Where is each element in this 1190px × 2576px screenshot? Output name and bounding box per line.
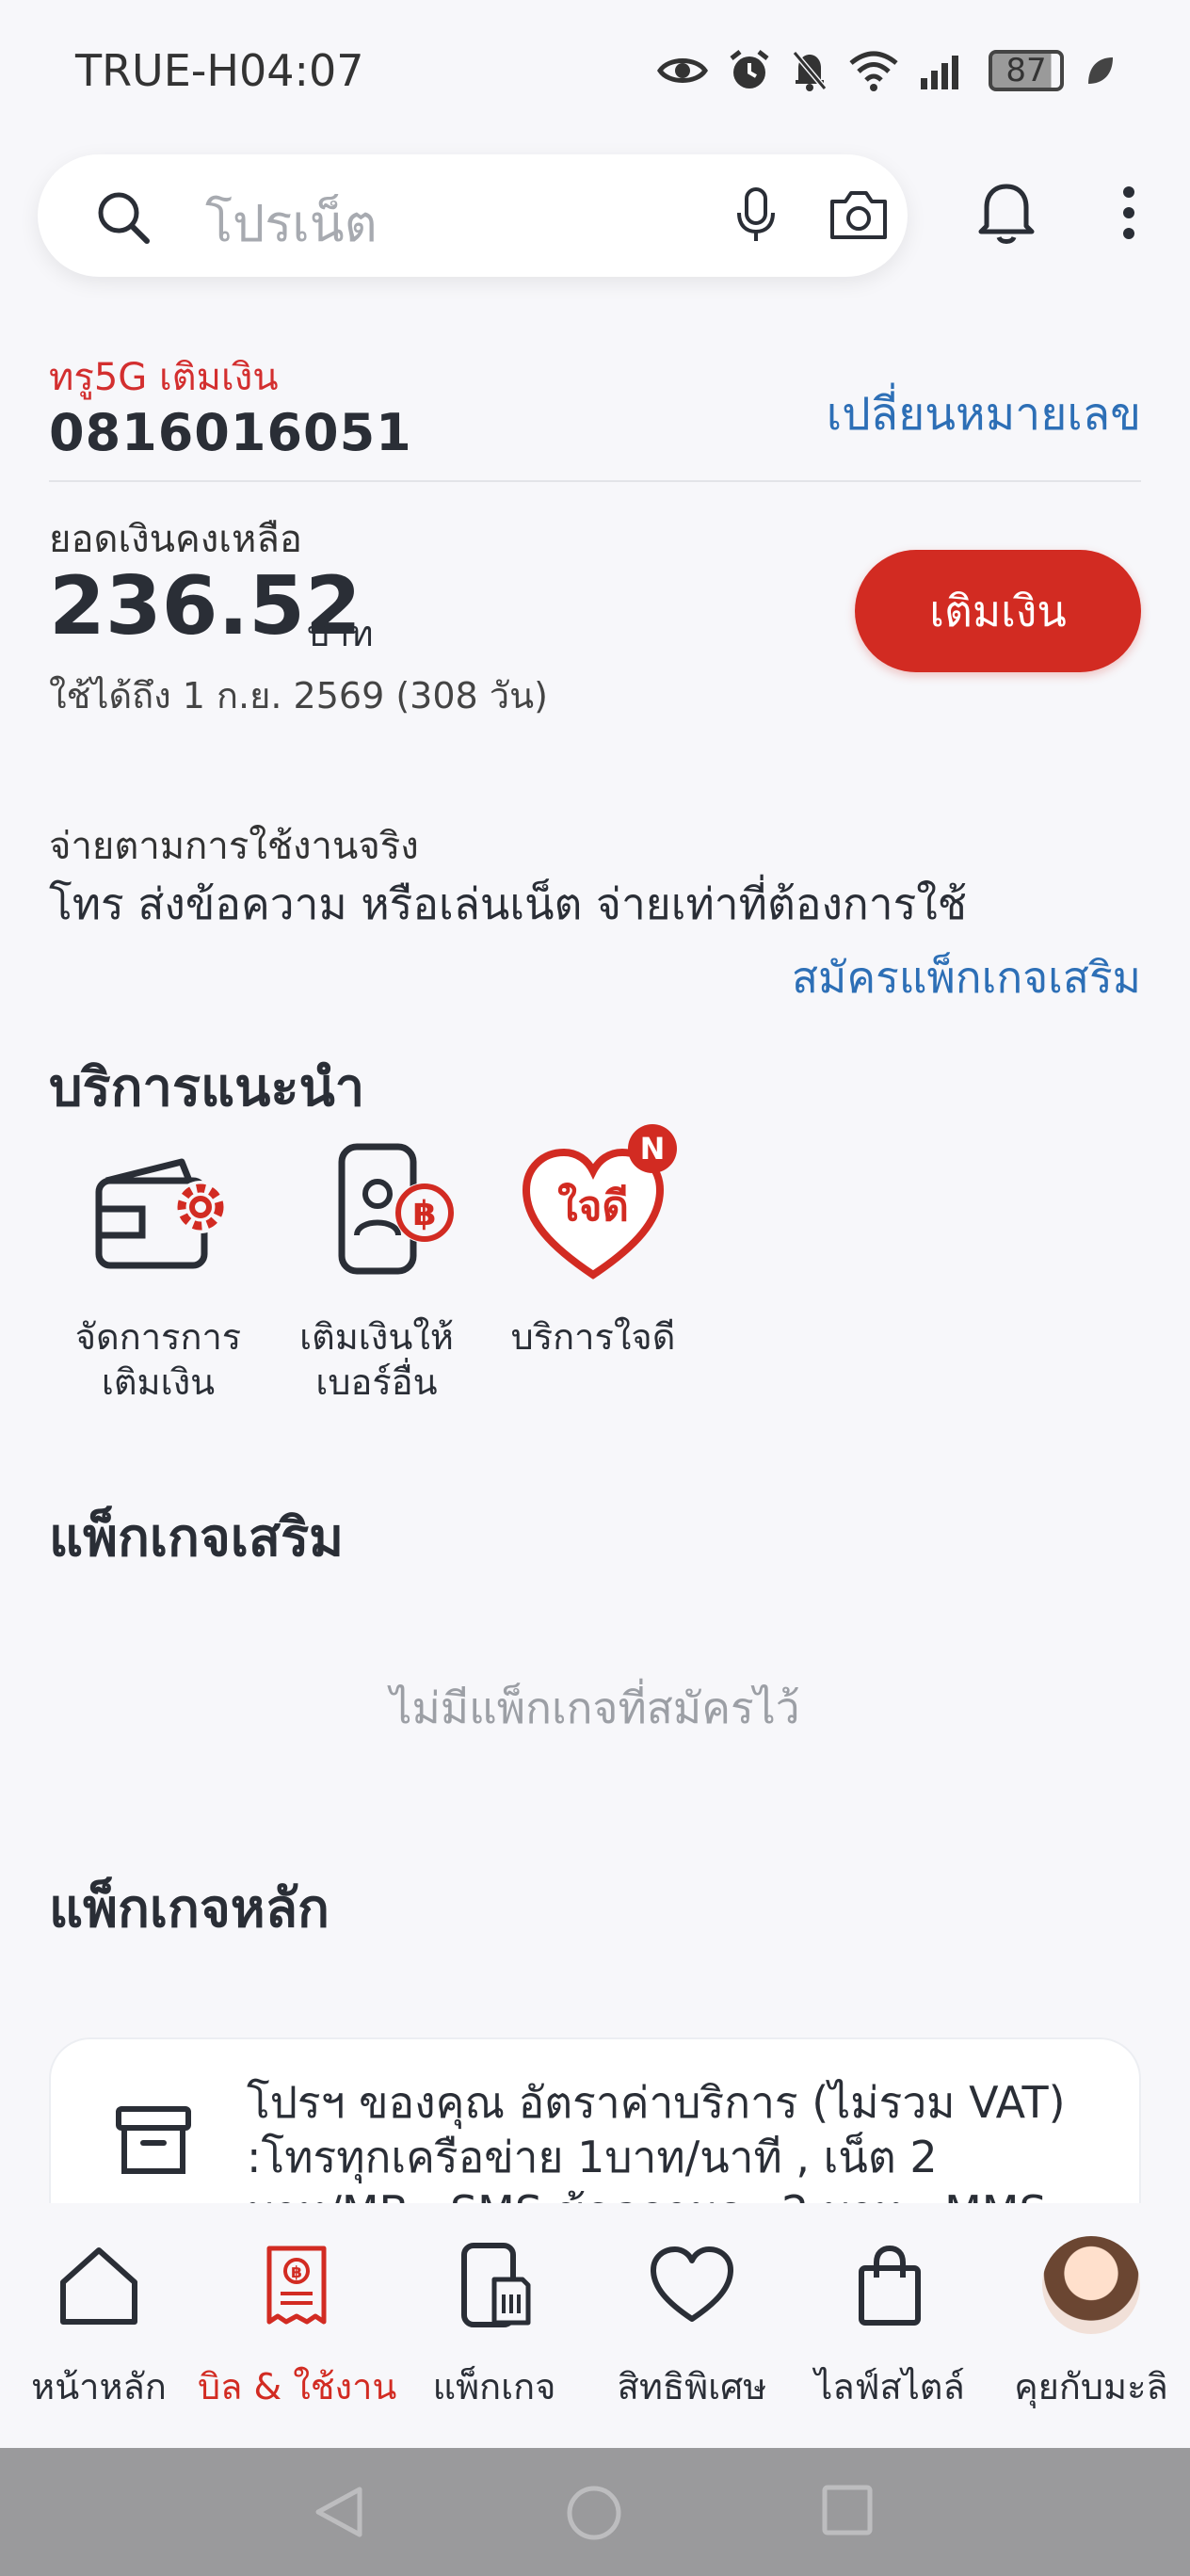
- pay-as-you-go-description: โทร ส่งข้อความ หรือเล่นเน็ต จ่ายเท่าที่ต…: [49, 878, 967, 929]
- mute-bell-icon: [792, 51, 828, 91]
- search-input[interactable]: โปรเน็ต: [38, 154, 908, 277]
- battery-indicator: 87: [989, 50, 1064, 91]
- pay-as-you-go-label: จ่ายตามการใช้งานจริง: [49, 825, 419, 868]
- phone-number: 0816016051: [49, 403, 412, 462]
- bottom-navigation: หน้าหลัก ฿ บิล & ใช้งาน แพ็กเกจ สิทธิพิเ…: [0, 2203, 1190, 2448]
- main-package-title: แพ็กเกจหลัก: [49, 1878, 330, 1940]
- search-icon: [98, 192, 150, 244]
- recommended-services-title: บริการแนะนำ: [49, 1057, 365, 1119]
- battery-level: 87: [1005, 52, 1047, 89]
- nav-packages[interactable]: แพ็กเกจ: [395, 2233, 593, 2415]
- search-placeholder: โปรเน็ต: [205, 194, 378, 253]
- carrier-name: TRUE-H: [75, 45, 239, 96]
- phone-baht-icon: ฿: [297, 1134, 457, 1294]
- sim-phone-icon: [442, 2233, 546, 2337]
- wallet-gear-icon: [78, 1134, 238, 1294]
- notification-bell-icon[interactable]: [975, 179, 1037, 245]
- subscribe-addon-link[interactable]: สมัครแพ็กเกจเสริม: [792, 943, 1141, 1012]
- nav-label: หน้าหลัก: [31, 2366, 167, 2407]
- new-badge: N: [628, 1124, 677, 1173]
- nav-avatar-wrap: [1039, 2233, 1143, 2337]
- nav-privileges[interactable]: สิทธิพิเศษ: [593, 2233, 791, 2415]
- topup-button[interactable]: เติมเงิน: [855, 550, 1141, 672]
- signal-icon: [921, 56, 958, 89]
- svg-text:฿: ฿: [412, 1195, 436, 1233]
- divider: [49, 480, 1141, 482]
- mali-avatar: [1042, 2236, 1140, 2334]
- bill-icon: ฿: [245, 2233, 348, 2337]
- nav-label: สิทธิพิเศษ: [617, 2366, 767, 2407]
- nav-label: ไลฟ์สไตล์: [814, 2366, 965, 2407]
- service-label-line2: เบอร์อื่น: [315, 1361, 438, 1403]
- svg-text:฿: ฿: [291, 2263, 302, 2282]
- service-manage-topup[interactable]: จัดการการ เติมเงิน: [55, 1134, 262, 1405]
- nav-home[interactable]: หน้าหลัก: [0, 2233, 198, 2415]
- more-options-icon[interactable]: [1115, 185, 1143, 241]
- camera-icon[interactable]: [828, 186, 889, 243]
- back-icon[interactable]: [311, 2484, 367, 2540]
- topup-button-label: เติมเงิน: [929, 585, 1067, 636]
- nav-label: คุยกับมะลิ: [1014, 2366, 1168, 2407]
- nav-label: บิล & ใช้งาน: [198, 2366, 397, 2407]
- service-jaidee[interactable]: ใจดี N บริการใจดี: [490, 1124, 697, 1360]
- wifi-icon: [849, 51, 898, 91]
- change-number-link[interactable]: เปลี่ยนหมายเลข: [827, 378, 1141, 450]
- eye-icon: [657, 58, 708, 83]
- status-bar: TRUE-H04:07 87: [0, 0, 1190, 141]
- service-topup-other-number[interactable]: ฿ เติมเงินให้ เบอร์อื่น: [273, 1134, 480, 1405]
- nav-lifestyle[interactable]: ไลฟ์สไตล์: [791, 2233, 989, 2415]
- nav-bill-usage[interactable]: ฿ บิล & ใช้งาน: [198, 2233, 397, 2415]
- service-label-line1: บริการใจดี: [510, 1316, 676, 1358]
- balance-unit: บาท: [307, 613, 374, 654]
- heart-icon: [640, 2233, 744, 2337]
- balance-valid-until: ใช้ได้ถึง 1 ก.ย. 2569 (308 วัน): [49, 675, 548, 716]
- shopping-bag-icon: [838, 2233, 941, 2337]
- clock: 04:07: [238, 45, 364, 96]
- status-left: TRUE-H04:07: [75, 45, 364, 96]
- alarm-icon: [730, 50, 769, 89]
- service-label-line2: เติมเงิน: [101, 1361, 216, 1403]
- nav-chat-mali[interactable]: คุยกับมะลิ: [992, 2233, 1190, 2415]
- status-icons: 87: [657, 49, 1115, 92]
- jaidee-heart-icon: ใจดี N: [513, 1124, 677, 1294]
- recents-icon[interactable]: [821, 2484, 874, 2536]
- home-nav-icon[interactable]: [565, 2484, 623, 2542]
- archive-box-icon: [116, 2106, 191, 2174]
- service-label-line1: เติมเงินให้: [299, 1316, 454, 1358]
- system-navigation-bar: [0, 2448, 1190, 2576]
- service-label-line1: จัดการการ: [74, 1316, 242, 1358]
- addon-packages-title: แพ็กเกจเสริม: [49, 1507, 345, 1569]
- addon-empty-message: ไม่มีแพ็กเกจที่สมัครไว้: [390, 1682, 800, 1733]
- leaf-icon: [1088, 57, 1113, 84]
- microphone-icon[interactable]: [734, 186, 778, 245]
- home-icon: [47, 2233, 151, 2337]
- nav-label: แพ็กเกจ: [432, 2366, 556, 2407]
- account-type-label: ทรู5G เติมเงิน: [49, 356, 279, 399]
- jaidee-heart-text: ใจดี: [557, 1182, 629, 1231]
